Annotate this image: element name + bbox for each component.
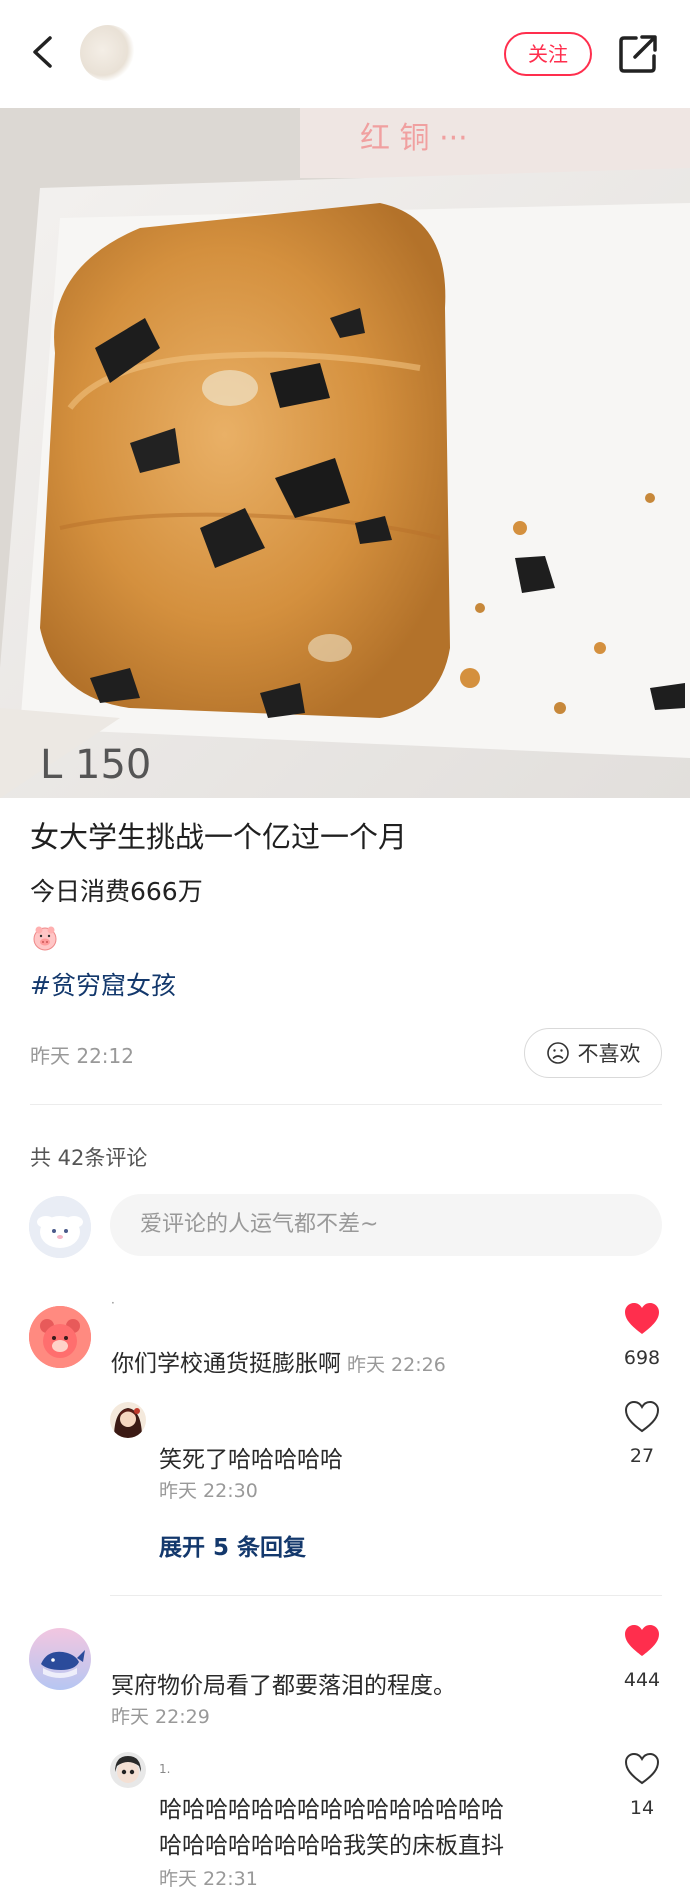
heart-outline-icon[interactable] bbox=[624, 1400, 660, 1434]
my-avatar bbox=[29, 1196, 91, 1258]
follow-button[interactable]: 关注 bbox=[504, 32, 592, 76]
comment-text: 冥府物价局看了都要落泪的程度。 bbox=[111, 1673, 456, 1699]
back-arrow-icon[interactable] bbox=[22, 30, 66, 74]
like-count: 698 bbox=[623, 1347, 661, 1369]
post-photo[interactable]: 红 铜 ··· L 150 bbox=[0, 108, 690, 798]
reply-text-line1: 哈哈哈哈哈哈哈哈哈哈哈哈哈哈哈 bbox=[159, 1797, 504, 1823]
author-avatar[interactable] bbox=[80, 25, 136, 81]
reply-text: 笑死了哈哈哈哈哈 bbox=[159, 1447, 343, 1473]
replier-avatar[interactable] bbox=[110, 1752, 146, 1788]
food-photo-illustration: 红 铜 ··· L 150 bbox=[0, 108, 690, 798]
comment-input[interactable]: 爱评论的人运气都不差~ bbox=[110, 1194, 662, 1256]
like-count: 444 bbox=[623, 1669, 661, 1691]
sad-face-icon bbox=[546, 1042, 569, 1064]
top-bar: 关注 bbox=[0, 0, 690, 108]
divider bbox=[110, 1595, 662, 1596]
expand-replies-link[interactable]: 展开 5 条回复 bbox=[159, 1528, 306, 1562]
post-timestamp: 昨天 22:12 bbox=[30, 1044, 134, 1068]
svg-text:L 150: L 150 bbox=[40, 742, 151, 788]
heart-outline-icon[interactable] bbox=[624, 1752, 660, 1786]
comment-time: 昨天 22:29 bbox=[111, 1706, 210, 1728]
commenter-name[interactable]: · bbox=[111, 1296, 115, 1310]
post-title: 女大学生挑战一个亿过一个月 bbox=[30, 820, 408, 854]
post-body: 今日消费666万 bbox=[30, 877, 203, 906]
replier-avatar[interactable] bbox=[110, 1402, 146, 1438]
comment-count: 共 42条评论 bbox=[30, 1146, 148, 1170]
dislike-button[interactable]: 不喜欢 bbox=[524, 1028, 662, 1078]
pig-emoji-icon bbox=[33, 926, 57, 951]
divider bbox=[30, 1104, 662, 1105]
comment-time: 昨天 22:26 bbox=[347, 1354, 446, 1376]
commenter-avatar[interactable] bbox=[29, 1628, 91, 1690]
like-count: 27 bbox=[629, 1445, 655, 1467]
dislike-label: 不喜欢 bbox=[577, 1042, 641, 1066]
reply-time: 昨天 22:31 bbox=[159, 1868, 258, 1890]
hashtag-link[interactable]: #贫穷窟女孩 bbox=[30, 966, 176, 1002]
share-icon[interactable] bbox=[616, 32, 660, 76]
like-count: 14 bbox=[629, 1797, 655, 1819]
reply-time: 昨天 22:30 bbox=[159, 1480, 258, 1502]
reply-text-line2: 哈哈哈哈哈哈哈哈我笑的床板直抖 bbox=[159, 1833, 504, 1859]
commenter-avatar[interactable] bbox=[29, 1306, 91, 1368]
heart-filled-icon[interactable] bbox=[624, 1624, 660, 1658]
replier-name[interactable]: 1. bbox=[159, 1762, 170, 1776]
heart-filled-icon[interactable] bbox=[624, 1302, 660, 1336]
comment-text: 你们学校通货挺膨胀啊 昨天 22:26 bbox=[111, 1351, 446, 1377]
svg-text:红 铜 ···: 红 铜 ··· bbox=[360, 121, 468, 156]
